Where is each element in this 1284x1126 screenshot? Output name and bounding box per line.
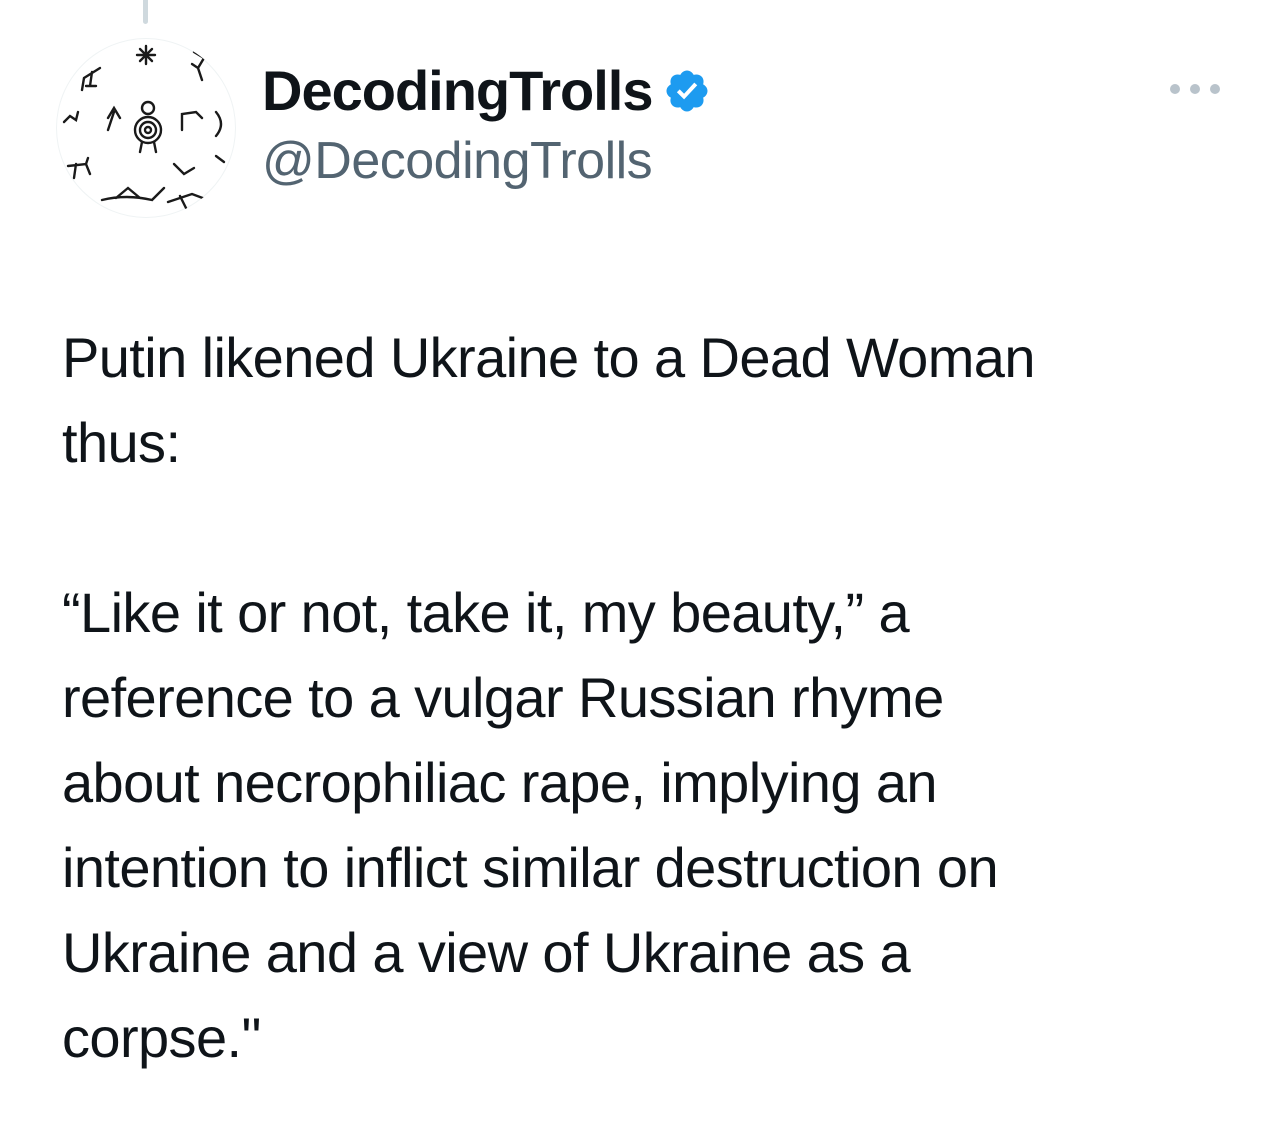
thread-connector-line [143,0,148,24]
account-handle[interactable]: @DecodingTrolls [262,130,653,192]
display-name[interactable]: DecodingTrolls [262,58,653,124]
petroglyph-avatar-icon [62,44,226,210]
verified-badge-icon [663,67,711,115]
more-dot [1190,84,1200,94]
more-dot [1210,84,1220,94]
more-options-button[interactable] [1170,78,1220,100]
tweet-text: Putin likened Ukraine to a Dead Woman th… [62,326,1035,1069]
avatar[interactable] [56,38,236,218]
more-horizontal-icon [1170,84,1180,94]
display-name-row: DecodingTrolls [262,58,711,124]
